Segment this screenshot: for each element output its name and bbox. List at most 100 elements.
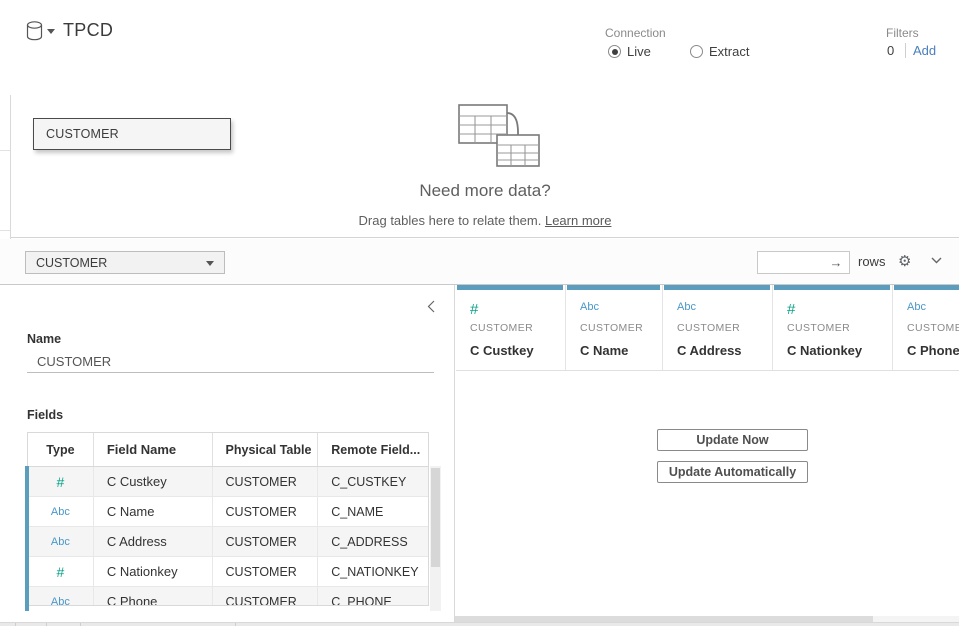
remote-field-cell: C_PHONE (318, 587, 428, 606)
grid-header-border (456, 370, 959, 371)
name-label: Name (27, 332, 61, 346)
grid-column-header[interactable]: Abc CUSTOMER C Phone (893, 285, 959, 370)
empty-state-subtitle: Drag tables here to relate them. Learn m… (11, 213, 959, 228)
fields-table: Type Field Name Physical Table Remote Fi… (27, 432, 429, 606)
column-accent-bar (894, 285, 959, 290)
field-name-cell: C Name (94, 497, 213, 526)
fields-table-header: Type Field Name Physical Table Remote Fi… (28, 433, 428, 467)
dropdown-caret-icon (206, 261, 214, 266)
column-field-name[interactable]: C Name (580, 343, 628, 358)
table-selector-dropdown[interactable]: CUSTOMER (25, 251, 225, 274)
rows-limit-input[interactable] (758, 252, 824, 273)
field-name-cell: C Phone (94, 587, 213, 606)
collapse-panel-icon[interactable] (427, 300, 435, 313)
filters-count: 0 (887, 43, 894, 58)
gear-icon[interactable]: ⚙ (898, 252, 911, 270)
bottom-scrollbar-track[interactable] (0, 622, 959, 626)
gutter-tick (0, 150, 10, 151)
column-table-label: CUSTOMER (470, 322, 533, 334)
column-type-icon[interactable]: Abc (580, 301, 599, 313)
col-header-field-name[interactable]: Field Name (94, 433, 213, 466)
column-accent-bar (664, 285, 770, 290)
empty-state-title: Need more data? (11, 181, 959, 201)
field-row[interactable]: #C NationkeyCUSTOMERC_NATIONKEY (28, 557, 428, 587)
column-type-icon[interactable]: Abc (907, 301, 926, 313)
radio-live-label: Live (627, 44, 651, 59)
radio-live[interactable]: Live (608, 44, 651, 59)
filters-add-link[interactable]: Add (913, 43, 936, 58)
remote-field-cell: C_NATIONKEY (318, 557, 428, 586)
fields-table-scrollbar[interactable] (430, 466, 441, 611)
field-row[interactable]: AbcC PhoneCUSTOMERC_PHONE (28, 587, 428, 606)
grid-column-header[interactable]: Abc CUSTOMER C Address (663, 285, 773, 370)
column-field-name[interactable]: C Custkey (470, 343, 534, 358)
filters-divider (905, 43, 906, 58)
col-header-remote-field[interactable]: Remote Field... (318, 433, 428, 466)
column-field-name[interactable]: C Nationkey (787, 343, 862, 358)
connection-label: Connection (605, 26, 666, 40)
physical-table-cell: CUSTOMER (213, 557, 319, 586)
field-row[interactable]: AbcC NameCUSTOMERC_NAME (28, 497, 428, 527)
canvas-table-customer[interactable]: CUSTOMER (33, 118, 231, 150)
grid-toolbar: CUSTOMER → rows ⚙ (0, 239, 959, 285)
physical-table-cell: CUSTOMER (213, 587, 319, 606)
fields-table-scrollbar-thumb[interactable] (431, 468, 440, 567)
column-table-label: CUSTOMER (907, 322, 959, 334)
column-accent-bar (774, 285, 890, 290)
column-type-icon[interactable]: # (470, 301, 478, 318)
chevron-down-icon[interactable] (931, 257, 942, 264)
grid-column-header[interactable]: Abc CUSTOMER C Name (566, 285, 663, 370)
empty-state-hint: Drag tables here to relate them. (359, 213, 545, 228)
radio-extract-icon[interactable] (690, 45, 703, 58)
datasource-title: TPCD (63, 20, 113, 41)
table-selector-value: CUSTOMER (36, 256, 107, 270)
rows-go-arrow-icon[interactable]: → (824, 255, 848, 270)
rows-label: rows (858, 254, 885, 269)
related-tables-icon (435, 97, 545, 167)
field-type-icon: Abc (28, 527, 94, 556)
column-accent-bar (457, 285, 563, 290)
column-field-name[interactable]: C Phone (907, 343, 959, 358)
learn-more-link[interactable]: Learn more (545, 213, 611, 228)
field-type-icon: # (28, 467, 94, 496)
database-icon[interactable] (26, 21, 43, 41)
database-menu-caret-icon[interactable] (47, 29, 55, 34)
fields-table-body: #C CustkeyCUSTOMERC_CUSTKEYAbcC NameCUST… (28, 467, 428, 606)
physical-table-cell: CUSTOMER (213, 527, 319, 556)
column-table-label: CUSTOMER (787, 322, 850, 334)
column-table-label: CUSTOMER (580, 322, 643, 334)
column-type-icon[interactable]: # (787, 301, 795, 318)
relationship-canvas[interactable]: CUSTOMER Need more data? Drag tables her… (11, 95, 959, 238)
field-type-icon: Abc (28, 587, 94, 606)
field-name-cell: C Custkey (94, 467, 213, 496)
update-now-button[interactable]: Update Now (657, 429, 808, 451)
datasource-header: TPCD Connection Live Extract Filters 0 A… (0, 0, 959, 95)
field-type-icon: Abc (28, 497, 94, 526)
name-field-underline (27, 372, 434, 373)
remote-field-cell: C_NAME (318, 497, 428, 526)
update-automatically-button[interactable]: Update Automatically (657, 461, 808, 483)
name-value-field[interactable]: CUSTOMER (37, 354, 111, 369)
column-type-icon[interactable]: Abc (677, 301, 696, 313)
field-row[interactable]: AbcC AddressCUSTOMERC_ADDRESS (28, 527, 428, 557)
col-header-physical-table[interactable]: Physical Table (213, 433, 319, 466)
column-table-label: CUSTOMER (677, 322, 740, 334)
field-name-cell: C Address (94, 527, 213, 556)
grid-column-header[interactable]: # CUSTOMER C Custkey (456, 285, 566, 370)
fields-label: Fields (27, 408, 63, 422)
data-grid-pane: # CUSTOMER C Custkey Abc CUSTOMER C Name Abc CU… (456, 285, 959, 626)
grid-column-header[interactable]: # CUSTOMER C Nationkey (773, 285, 893, 370)
column-field-name[interactable]: C Address (677, 343, 742, 358)
metadata-panel: Name CUSTOMER Fields Type Field Name Phy… (0, 285, 455, 626)
field-name-cell: C Nationkey (94, 557, 213, 586)
gutter-tick (0, 230, 10, 231)
radio-extract-label: Extract (709, 44, 749, 59)
col-header-type[interactable]: Type (28, 433, 94, 466)
physical-table-cell: CUSTOMER (213, 467, 319, 496)
radio-live-icon[interactable] (608, 45, 621, 58)
field-row[interactable]: #C CustkeyCUSTOMERC_CUSTKEY (28, 467, 428, 497)
tableau-data-source-page: TPCD Connection Live Extract Filters 0 A… (0, 0, 959, 626)
remote-field-cell: C_ADDRESS (318, 527, 428, 556)
radio-extract[interactable]: Extract (690, 44, 749, 59)
filters-label: Filters (886, 26, 919, 40)
